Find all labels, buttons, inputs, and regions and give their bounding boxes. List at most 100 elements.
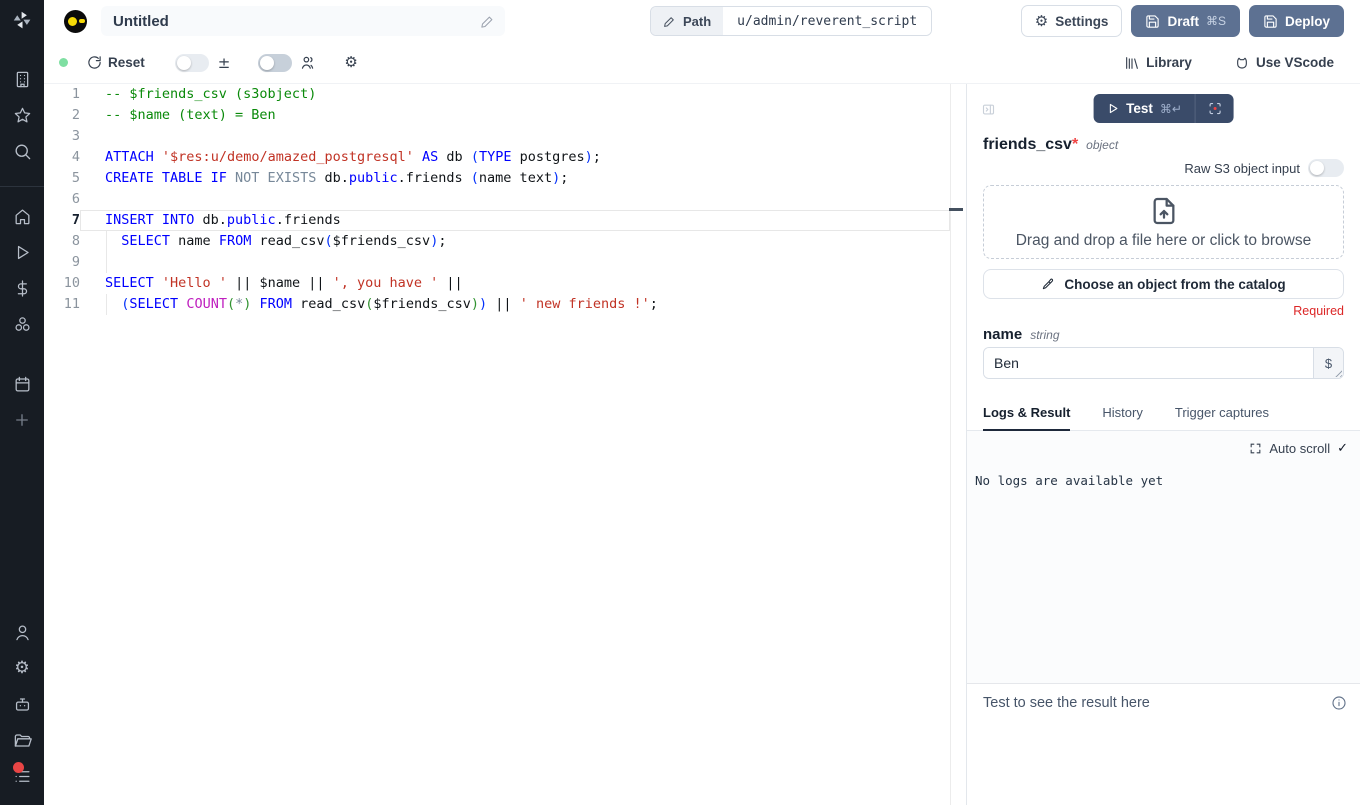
folder-icon bbox=[13, 731, 32, 750]
choose-object-button[interactable]: Choose an object from the catalog bbox=[983, 269, 1344, 299]
cursor-position-mark bbox=[949, 208, 963, 211]
deploy-button[interactable]: Deploy bbox=[1249, 5, 1344, 37]
required-label: Required bbox=[983, 304, 1344, 318]
code-line-10[interactable]: 10SELECT 'Hello ' || $name || ', you hav… bbox=[44, 273, 966, 294]
collab-toggle[interactable] bbox=[258, 54, 292, 72]
sidebar-item-schedules[interactable] bbox=[0, 375, 44, 397]
code-line-2[interactable]: 2-- $name (text) = Ben bbox=[44, 105, 966, 126]
duckdb-language-icon bbox=[64, 10, 87, 33]
code-line-5[interactable]: 5CREATE TABLE IF NOT EXISTS db.public.fr… bbox=[44, 168, 966, 189]
code-line-1[interactable]: 1-- $friends_csv (s3object) bbox=[44, 84, 966, 105]
settings-button[interactable]: ⚙ Settings bbox=[1021, 5, 1123, 37]
plus-icon bbox=[13, 411, 31, 429]
sidebar-item-variables[interactable] bbox=[0, 279, 44, 301]
reset-button[interactable]: Reset bbox=[87, 55, 145, 70]
vscode-icon bbox=[1234, 55, 1250, 71]
tab-trigger-captures[interactable]: Trigger captures bbox=[1175, 405, 1269, 430]
home-icon bbox=[13, 207, 32, 226]
test-button[interactable]: Test ⌘↵ bbox=[1093, 94, 1195, 123]
raw-s3-toggle[interactable] bbox=[1308, 159, 1344, 177]
name-input-wrap: $ bbox=[983, 347, 1344, 379]
sidebar-item-home-logo[interactable] bbox=[0, 10, 44, 32]
collapse-panel-icon[interactable] bbox=[981, 102, 996, 117]
sidebar-item-add[interactable] bbox=[0, 411, 44, 433]
code-line-6[interactable]: 6 bbox=[44, 189, 966, 210]
sidebar-item-resources[interactable] bbox=[0, 315, 44, 337]
users-icon bbox=[300, 54, 317, 71]
sidebar-item-settings[interactable]: ⚙ bbox=[0, 659, 44, 681]
code-editor[interactable]: 1-- $friends_csv (s3object)2-- $name (te… bbox=[44, 84, 966, 805]
arg-name-label: name bbox=[983, 326, 1022, 343]
line-content: INSERT INTO db.public.friends bbox=[105, 210, 341, 231]
windmill-logo-icon bbox=[12, 10, 33, 31]
script-title-field[interactable]: Untitled bbox=[101, 6, 505, 36]
editor-toolbar: Reset ± ⚙ Library Use VScode bbox=[44, 42, 1360, 84]
sidebar-divider bbox=[0, 186, 44, 187]
info-icon[interactable] bbox=[1331, 695, 1347, 711]
edit-title-icon[interactable] bbox=[480, 14, 495, 29]
result-tabs: Logs & Result History Trigger captures bbox=[967, 405, 1360, 431]
workspace-icon bbox=[13, 70, 32, 89]
draft-button[interactable]: Draft ⌘S bbox=[1131, 5, 1240, 37]
line-number: 5 bbox=[44, 168, 80, 189]
robot-icon bbox=[13, 695, 32, 714]
name-input[interactable] bbox=[984, 348, 1313, 378]
sidebar-item-changelog[interactable] bbox=[0, 767, 44, 789]
line-number: 8 bbox=[44, 231, 80, 252]
overview-ruler[interactable] bbox=[950, 84, 966, 805]
sidebar-item-runs[interactable] bbox=[0, 243, 44, 265]
logs-pane: Auto scroll ✓ No logs are available yet bbox=[967, 431, 1360, 684]
dollar-icon bbox=[13, 279, 32, 298]
sidebar-item-folders[interactable] bbox=[0, 731, 44, 753]
line-number: 11 bbox=[44, 294, 80, 315]
arg-friends-csv-label: friends_csv* bbox=[983, 136, 1078, 154]
tab-history[interactable]: History bbox=[1102, 405, 1142, 430]
run-panel: Test ⌘↵ friends_csv* object bbox=[966, 84, 1360, 805]
sidebar-item-favorites[interactable] bbox=[0, 106, 44, 128]
sidebar-item-user[interactable] bbox=[0, 623, 44, 645]
save-icon bbox=[1263, 14, 1278, 29]
line-number: 3 bbox=[44, 126, 80, 147]
search-icon bbox=[13, 142, 32, 161]
expand-icon[interactable] bbox=[1249, 442, 1262, 455]
auto-scroll-checkbox[interactable]: ✓ bbox=[1337, 441, 1348, 456]
code-line-8[interactable]: 8 SELECT name FROM read_csv($friends_csv… bbox=[44, 231, 966, 252]
line-content: -- $name (text) = Ben bbox=[105, 105, 276, 126]
save-icon bbox=[1145, 14, 1160, 29]
code-line-11[interactable]: 11 (SELECT COUNT(*) FROM read_csv($frien… bbox=[44, 294, 966, 315]
sidebar-item-search[interactable] bbox=[0, 142, 44, 164]
test-shortcut: ⌘↵ bbox=[1160, 102, 1182, 116]
use-vscode-button[interactable]: Use VScode bbox=[1234, 55, 1334, 71]
line-content: ATTACH '$res:u/demo/amazed_postgresql' A… bbox=[105, 147, 601, 168]
diff-toggle[interactable] bbox=[175, 54, 209, 72]
calendar-icon bbox=[13, 375, 32, 394]
file-dropzone[interactable]: Drag and drop a file here or click to br… bbox=[983, 185, 1344, 259]
topbar: Untitled Path u/admin/reverent_script ⚙ … bbox=[44, 0, 1360, 42]
auto-scroll-label: Auto scroll bbox=[1269, 441, 1330, 456]
library-button[interactable]: Library bbox=[1124, 55, 1192, 71]
code-line-3[interactable]: 3 bbox=[44, 126, 966, 147]
capture-run-button[interactable] bbox=[1196, 94, 1234, 123]
code-line-9[interactable]: 9 bbox=[44, 252, 966, 273]
script-path[interactable]: u/admin/reverent_script bbox=[723, 7, 931, 35]
arg-friends-csv-type: object bbox=[1086, 138, 1118, 152]
resources-icon bbox=[13, 315, 32, 334]
editor-settings-icon[interactable]: ⚙ bbox=[344, 53, 357, 72]
pencil-icon bbox=[663, 15, 676, 28]
refresh-icon bbox=[87, 55, 102, 70]
tab-logs-result[interactable]: Logs & Result bbox=[983, 405, 1070, 431]
test-button-group: Test ⌘↵ bbox=[1093, 94, 1234, 123]
path-group: Path u/admin/reverent_script bbox=[650, 6, 932, 36]
gear-icon: ⚙ bbox=[14, 659, 29, 681]
sidebar-item-workspace[interactable] bbox=[0, 70, 44, 92]
pipette-icon bbox=[1041, 277, 1055, 291]
notification-dot bbox=[13, 762, 24, 773]
sidebar-item-ai[interactable] bbox=[0, 695, 44, 717]
line-number: 7 bbox=[44, 210, 80, 231]
sidebar-item-home[interactable] bbox=[0, 207, 44, 229]
code-line-4[interactable]: 4ATTACH '$res:u/demo/amazed_postgresql' … bbox=[44, 147, 966, 168]
path-edit-button[interactable]: Path bbox=[651, 7, 723, 35]
line-content: (SELECT COUNT(*) FROM read_csv($friends_… bbox=[105, 294, 658, 315]
gear-icon: ⚙ bbox=[1035, 12, 1048, 31]
code-line-7[interactable]: 7 INSERT INTO db.public.friends bbox=[44, 210, 966, 231]
